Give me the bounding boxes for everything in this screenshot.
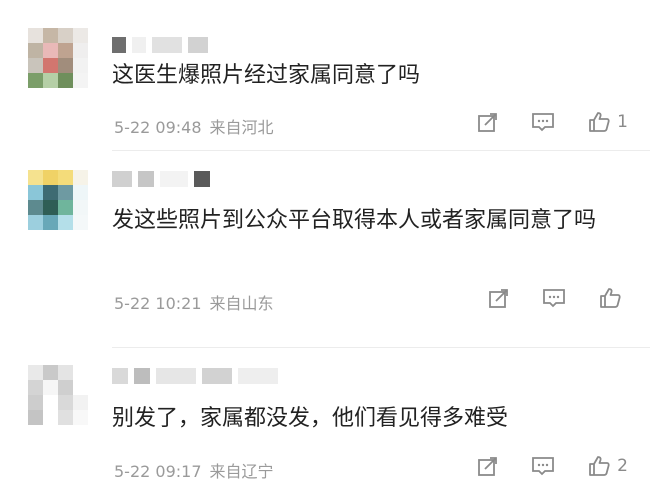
comment-location: 来自辽宁	[209, 462, 274, 481]
comment-meta: 5-22 10:21 来自山东	[114, 290, 274, 314]
comment-item: 别发了，家属都没发，他们看见得多难受 5-22 09:17 来自辽宁 2	[0, 347, 650, 499]
comment-icon	[532, 457, 555, 476]
comment-date: 5-22 09:48	[114, 118, 202, 137]
share-icon	[489, 289, 508, 308]
avatar[interactable]	[28, 170, 88, 230]
comment-location: 来自山东	[209, 294, 274, 313]
thumb-up-icon	[589, 456, 610, 476]
share-button[interactable]	[488, 287, 510, 309]
like-button[interactable]: 2	[587, 454, 628, 478]
comment-date: 5-22 10:21	[114, 294, 202, 313]
share-icon	[478, 113, 498, 132]
comment-text: 发这些照片到公众平台取得本人或者家属同意了吗	[112, 208, 597, 233]
comment-actions: 1	[477, 110, 628, 134]
comment-text: 别发了，家属都没发，他们看见得多难受	[112, 406, 509, 431]
comment-meta: 5-22 09:48 来自河北	[114, 114, 274, 138]
avatar[interactable]	[28, 365, 88, 425]
comment-text: 这医生爆照片经过家属同意了吗	[112, 63, 421, 88]
avatar[interactable]	[28, 28, 88, 88]
like-count: 2	[617, 456, 628, 476]
comment-icon	[543, 289, 565, 308]
like-button[interactable]: 1	[587, 110, 628, 134]
comment-meta: 5-22 09:17 来自辽宁	[114, 458, 274, 482]
thumb-up-icon	[589, 112, 610, 132]
username-blurred[interactable]	[112, 36, 208, 54]
reply-button[interactable]	[531, 455, 555, 477]
share-icon	[478, 457, 498, 476]
comment-date: 5-22 09:17	[114, 462, 202, 481]
like-button[interactable]	[598, 286, 628, 310]
like-count: 1	[617, 112, 628, 132]
share-button[interactable]	[477, 455, 499, 477]
comment-actions: 2	[477, 454, 628, 478]
comment-actions	[488, 286, 628, 310]
reply-button[interactable]	[531, 111, 555, 133]
comment-item: 这医生爆照片经过家属同意了吗 5-22 09:48 来自河北 1	[0, 0, 650, 150]
username-blurred[interactable]	[112, 170, 210, 188]
share-button[interactable]	[477, 111, 499, 133]
comment-icon	[532, 113, 555, 132]
username-blurred[interactable]	[112, 367, 278, 385]
reply-button[interactable]	[542, 287, 566, 309]
comment-location: 来自河北	[209, 118, 274, 137]
thumb-up-icon	[600, 288, 621, 308]
comment-item: 发这些照片到公众平台取得本人或者家属同意了吗 5-22 10:21 来自山东	[0, 150, 650, 350]
